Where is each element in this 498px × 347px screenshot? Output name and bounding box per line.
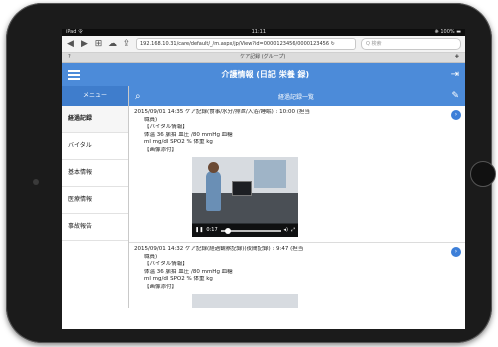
video-scrubber[interactable]	[225, 227, 232, 234]
vital-header: 【バイタル情報】	[144, 124, 188, 130]
sidebar-item-progress-record[interactable]: 経過記録	[62, 106, 128, 133]
tab-strip: ? ケア記録 (グループ) ✚	[62, 53, 465, 63]
ipad-frame: iPad 令 11:11 ❋ 100% ▬ ◀ ▶ ⊞ ☁ ⇪ 192.168.…	[6, 3, 496, 343]
edit-icon[interactable]: ✎	[451, 91, 459, 101]
screen: iPad 令 11:11 ❋ 100% ▬ ◀ ▶ ⊞ ☁ ⇪ 192.168.…	[62, 29, 465, 329]
sidebar-header: メニュー	[62, 86, 128, 106]
video-controls: ❚❚ 0:17 ◂) ⤢	[192, 224, 298, 237]
entry-heading-cont: 職員)	[144, 116, 158, 123]
main-panel: ⌕ 経過記録一覧 ✎ 2015/09/01 14:35 ケア記録(食事/水分/排…	[129, 86, 465, 308]
detail-arrow-icon[interactable]: ›	[451, 110, 461, 120]
video-frame-monitor	[232, 181, 252, 196]
home-button[interactable]	[470, 161, 496, 187]
video-frame-person	[206, 171, 221, 211]
status-time: 11:11	[251, 29, 267, 35]
cloud-tabs-icon[interactable]: ☁	[108, 39, 117, 49]
page-title: 介護情報 (日記 栄養 録)	[221, 70, 310, 79]
vital-header: 【バイタル情報】	[144, 261, 188, 267]
browser-toolbar: ◀ ▶ ⊞ ☁ ⇪ 192.168.10.31/care/default/_/m…	[62, 36, 465, 53]
vital-line: ml mg/dl SPO2 % 体重 kg	[144, 276, 213, 282]
sidebar-item-vitals[interactable]: バイタル	[62, 133, 128, 160]
video-time: 0:17	[206, 226, 218, 233]
media-header: 【画像添付】	[144, 283, 178, 290]
video-player[interactable]: ❚❚ 0:17 ◂) ⤢	[192, 157, 298, 237]
back-icon[interactable]: ◀	[66, 39, 75, 49]
bookmarks-icon[interactable]: ⊞	[94, 39, 103, 49]
logout-icon[interactable]: ⇥	[451, 69, 459, 80]
share-icon[interactable]: ⇪	[122, 39, 131, 49]
new-tab-icon[interactable]: ✚	[455, 53, 459, 62]
sidebar-item-basic-info[interactable]: 基本情報	[62, 160, 128, 187]
camera-dot	[33, 179, 39, 185]
video-frame-head	[208, 162, 219, 173]
vital-line: 体温 36 脈拍 血圧 /80 mmHg 血糖	[144, 131, 233, 138]
sidebar: メニュー 経過記録 バイタル 基本情報 医療情報 事故報告	[62, 86, 129, 308]
video-frame-wall	[192, 294, 298, 308]
vital-line: 体温 36 脈拍 血圧 /80 mmHg 血糖	[144, 268, 233, 275]
status-bar: iPad 令 11:11 ❋ 100% ▬	[62, 29, 465, 36]
media-header: 【画像添付】	[144, 146, 178, 153]
status-left: iPad 令	[66, 29, 84, 35]
app-header: 介護情報 (日記 栄養 録) ⇥	[62, 63, 465, 86]
sidebar-item-medical-info[interactable]: 医療情報	[62, 187, 128, 214]
main-header: ⌕ 経過記録一覧 ✎	[129, 86, 465, 106]
video-player[interactable]	[192, 294, 298, 308]
volume-icon[interactable]: ◂)	[284, 227, 288, 235]
record-entry[interactable]: 2015/09/01 14:35 ケア記録(食事/水分/排泄/入浴/睡眠) : …	[129, 106, 465, 242]
vital-line: ml mg/dl SPO2 % 体重 kg	[144, 139, 213, 145]
entry-heading-cont: 職員)	[144, 253, 158, 260]
entry-heading: 2015/09/01 14:35 ケア記録(食事/水分/排泄/入浴/睡眠) : …	[134, 109, 310, 115]
tab-title[interactable]: ケア記録 (グループ)	[71, 53, 455, 62]
hamburger-menu-icon[interactable]	[68, 69, 80, 80]
browser-search-field[interactable]: Q 検索	[361, 38, 461, 50]
forward-icon[interactable]: ▶	[80, 39, 89, 49]
url-field[interactable]: 192.168.10.31/care/default/_/m.aspx/jp/V…	[136, 38, 356, 50]
video-frame-window	[254, 160, 286, 188]
pause-icon[interactable]: ❚❚	[195, 227, 203, 235]
status-right: ❋ 100% ▬	[434, 29, 461, 35]
entry-heading: 2015/09/01 14:32 ケア記録(経過観察記録)(夜間記録) : 9:…	[134, 246, 304, 252]
record-entry[interactable]: 2015/09/01 14:32 ケア記録(経過観察記録)(夜間記録) : 9:…	[129, 242, 465, 308]
fullscreen-icon[interactable]: ⤢	[291, 227, 295, 235]
main-title: 経過記録一覧	[278, 93, 315, 101]
detail-arrow-icon[interactable]: ›	[451, 247, 461, 257]
video-progress-bar[interactable]	[220, 227, 281, 234]
sidebar-item-incident-report[interactable]: 事故報告	[62, 214, 128, 241]
